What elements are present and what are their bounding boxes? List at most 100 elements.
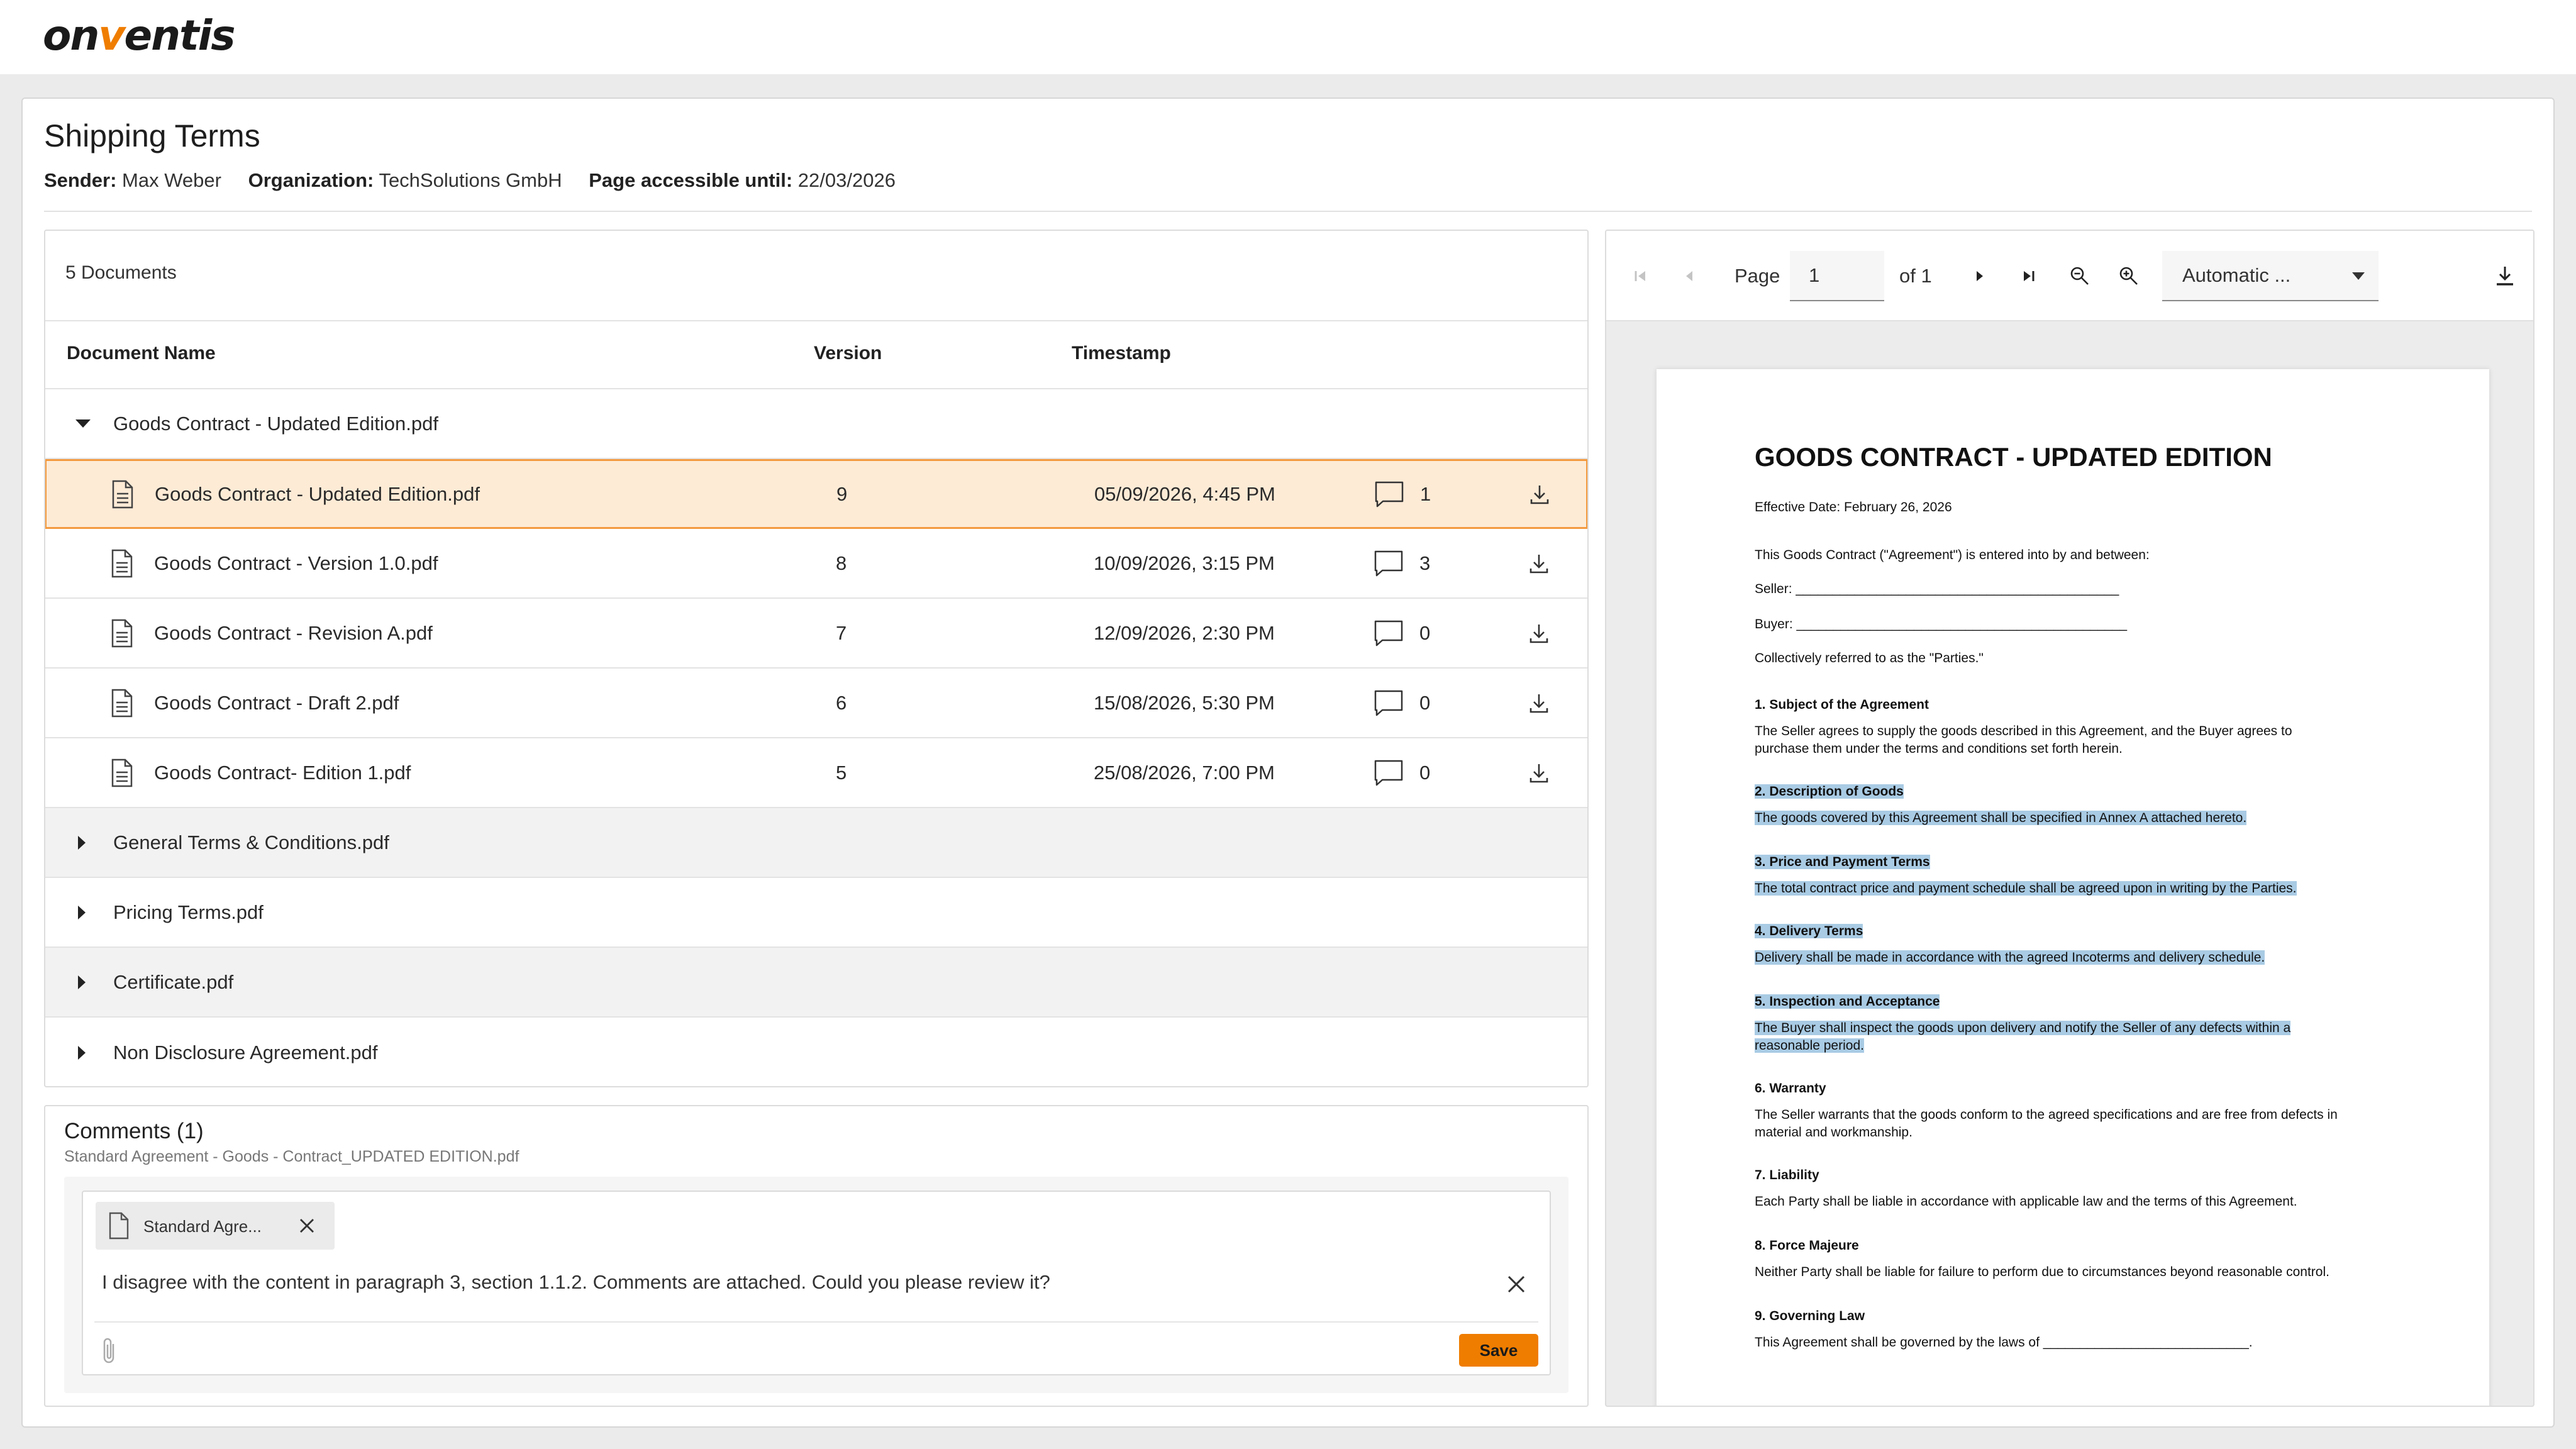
pdf-text-highlighted: The Buyer shall inspect the goods upon d… bbox=[1755, 1021, 2291, 1035]
accessible-until-label: Page accessible until: bbox=[589, 169, 793, 191]
page-meta: Sender: Max Weber Organization: TechSolu… bbox=[44, 169, 896, 192]
version-timestamp: 10/09/2026, 3:15 PM bbox=[1094, 552, 1275, 574]
pdf-text-highlighted: Delivery shall be made in accordance wit… bbox=[1755, 950, 2265, 965]
download-icon[interactable] bbox=[1528, 529, 1550, 597]
onventis-logo[interactable]: onventis bbox=[43, 11, 236, 60]
version-timestamp: 15/08/2026, 5:30 PM bbox=[1094, 691, 1275, 714]
sender-label: Sender: bbox=[44, 169, 117, 191]
document-group-row[interactable]: Certificate.pdf bbox=[45, 948, 1587, 1018]
comment-icon[interactable] bbox=[1374, 738, 1404, 807]
version-name: Goods Contract - Revision A.pdf bbox=[154, 621, 433, 644]
pdf-viewer: Page of 1 Automatic ... bbox=[1605, 230, 2534, 1407]
previous-page-icon[interactable] bbox=[1680, 231, 1698, 321]
comments-title: Comments (1) bbox=[64, 1119, 204, 1143]
pdf-text-highlighted: The goods covered by this Agreement shal… bbox=[1755, 811, 2247, 825]
download-icon[interactable] bbox=[1528, 738, 1550, 807]
download-icon[interactable] bbox=[2494, 231, 2516, 321]
organization-label: Organization: bbox=[248, 169, 374, 191]
comment-icon[interactable] bbox=[1374, 599, 1404, 667]
version-number: 5 bbox=[836, 761, 847, 784]
version-number: 8 bbox=[836, 552, 847, 574]
version-name: Goods Contract - Draft 2.pdf bbox=[154, 691, 399, 714]
version-number: 7 bbox=[836, 621, 847, 644]
save-button[interactable]: Save bbox=[1459, 1334, 1538, 1367]
chevron-down-icon bbox=[2352, 272, 2365, 280]
document-file-icon bbox=[111, 461, 134, 527]
download-icon[interactable] bbox=[1528, 599, 1550, 667]
pdf-text: Buyer: _________________________________… bbox=[1755, 617, 2128, 631]
comment-count: 0 bbox=[1419, 691, 1431, 714]
document-file-icon bbox=[111, 529, 133, 597]
clear-comment-icon[interactable] bbox=[1503, 1271, 1530, 1297]
accessible-until-value: 22/03/2026 bbox=[797, 169, 896, 191]
last-page-icon[interactable] bbox=[2020, 231, 2038, 321]
page-label: Page bbox=[1735, 265, 1780, 287]
attachment-chip[interactable]: Standard Agre... bbox=[96, 1202, 335, 1250]
pdf-text: Effective Date: February 26, 2026 bbox=[1755, 500, 1952, 514]
document-file-icon bbox=[111, 738, 133, 807]
pdf-text: This Agreement shall be governed by the … bbox=[1755, 1335, 2253, 1350]
pdf-text-highlighted: reasonable period. bbox=[1755, 1038, 1864, 1053]
pdf-section-heading: 8. Force Majeure bbox=[1755, 1238, 1859, 1253]
column-header-timestamp[interactable]: Timestamp bbox=[1072, 343, 1171, 364]
comment-editor-area: Standard Agre... I disagree with the con… bbox=[64, 1177, 1568, 1393]
expand-caret-icon[interactable] bbox=[78, 1018, 86, 1086]
comments-panel: Comments (1) Standard Agreement - Goods … bbox=[44, 1105, 1589, 1407]
documents-count: 5 Documents bbox=[65, 262, 177, 283]
zoom-select[interactable]: Automatic ... bbox=[2162, 251, 2379, 301]
zoom-out-icon[interactable] bbox=[2069, 231, 2090, 321]
document-group-name: Goods Contract - Updated Edition.pdf bbox=[113, 412, 438, 435]
page-number-input[interactable] bbox=[1790, 251, 1884, 301]
document-group-row[interactable]: Pricing Terms.pdf bbox=[45, 878, 1587, 948]
pdf-text: purchase them under the terms and condit… bbox=[1755, 741, 2123, 756]
page-count: of 1 bbox=[1899, 265, 1932, 287]
document-group-row[interactable]: Non Disclosure Agreement.pdf bbox=[45, 1018, 1587, 1086]
column-header-version[interactable]: Version bbox=[814, 343, 882, 364]
version-row[interactable]: Goods Contract - Revision A.pdf 7 12/09/… bbox=[45, 599, 1587, 669]
organization-value: TechSolutions GmbH bbox=[379, 169, 562, 191]
pdf-section-heading: 7. Liability bbox=[1755, 1168, 1819, 1182]
document-group-name: Non Disclosure Agreement.pdf bbox=[113, 1041, 378, 1063]
version-name: Goods Contract - Version 1.0.pdf bbox=[154, 552, 438, 574]
version-row[interactable]: Goods Contract - Draft 2.pdf 6 15/08/202… bbox=[45, 669, 1587, 738]
attach-file-icon[interactable] bbox=[101, 1336, 118, 1365]
download-icon[interactable] bbox=[1528, 669, 1550, 737]
version-row-selected[interactable]: Goods Contract - Updated Edition.pdf 9 0… bbox=[45, 459, 1587, 529]
expand-caret-icon[interactable] bbox=[78, 808, 86, 877]
viewer-toolbar: Page of 1 Automatic ... bbox=[1606, 231, 2533, 321]
comment-icon[interactable] bbox=[1374, 529, 1404, 597]
pdf-text: Each Party shall be liable in accordance… bbox=[1755, 1194, 2297, 1209]
first-page-icon[interactable] bbox=[1631, 231, 1649, 321]
comment-editor[interactable]: Standard Agre... I disagree with the con… bbox=[82, 1191, 1551, 1375]
comments-document-name: Standard Agreement - Goods - Contract_UP… bbox=[64, 1148, 519, 1165]
pdf-text: The Seller agrees to supply the goods de… bbox=[1755, 724, 2292, 738]
document-group-row[interactable]: Goods Contract - Updated Edition.pdf bbox=[45, 389, 1587, 459]
pdf-section-heading: 9. Governing Law bbox=[1755, 1309, 1865, 1323]
comment-count: 0 bbox=[1419, 621, 1431, 644]
version-timestamp: 12/09/2026, 2:30 PM bbox=[1094, 621, 1275, 644]
pdf-section-heading-highlighted: 4. Delivery Terms bbox=[1755, 924, 1863, 938]
comment-text[interactable]: I disagree with the content in paragraph… bbox=[102, 1271, 1050, 1294]
expand-caret-icon[interactable] bbox=[78, 878, 86, 947]
comment-count: 3 bbox=[1419, 552, 1431, 574]
pdf-text: material and workmanship. bbox=[1755, 1125, 1913, 1140]
version-name: Goods Contract - Updated Edition.pdf bbox=[155, 482, 480, 505]
pdf-title: GOODS CONTRACT - UPDATED EDITION bbox=[1755, 442, 2272, 472]
pdf-section-heading-highlighted: 5. Inspection and Acceptance bbox=[1755, 994, 1940, 1009]
next-page-icon[interactable] bbox=[1971, 231, 1989, 321]
column-header-document-name[interactable]: Document Name bbox=[67, 343, 216, 364]
download-icon[interactable] bbox=[1528, 461, 1551, 527]
document-group-name: Certificate.pdf bbox=[113, 970, 234, 993]
expand-caret-icon[interactable] bbox=[78, 948, 86, 1016]
remove-attachment-icon[interactable] bbox=[294, 1213, 319, 1238]
version-row[interactable]: Goods Contract- Edition 1.pdf 5 25/08/20… bbox=[45, 738, 1587, 808]
comment-icon[interactable] bbox=[1374, 669, 1404, 737]
zoom-in-icon[interactable] bbox=[2118, 231, 2140, 321]
comment-icon[interactable] bbox=[1374, 461, 1404, 527]
documents-panel: 5 Documents Document Name Version Timest… bbox=[44, 230, 1589, 1087]
document-file-icon bbox=[111, 599, 133, 667]
document-group-row[interactable]: General Terms & Conditions.pdf bbox=[45, 808, 1587, 878]
collapse-caret-icon[interactable] bbox=[75, 389, 91, 458]
main-card: Shipping Terms Sender: Max Weber Organiz… bbox=[21, 97, 2555, 1428]
version-row[interactable]: Goods Contract - Version 1.0.pdf 8 10/09… bbox=[45, 529, 1587, 599]
